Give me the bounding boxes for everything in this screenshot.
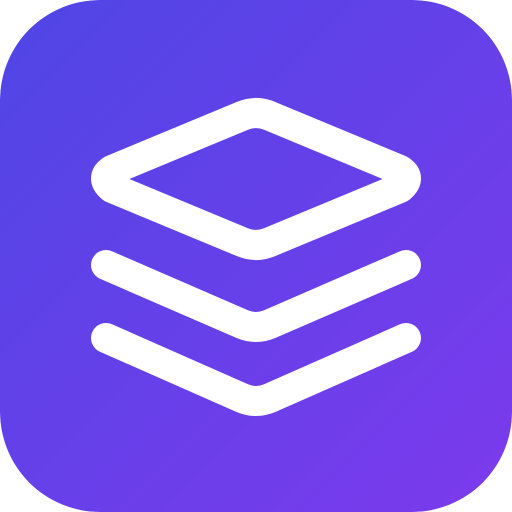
app-icon[interactable] (0, 0, 512, 512)
layers-icon (0, 0, 512, 512)
icon-canvas (0, 0, 512, 512)
